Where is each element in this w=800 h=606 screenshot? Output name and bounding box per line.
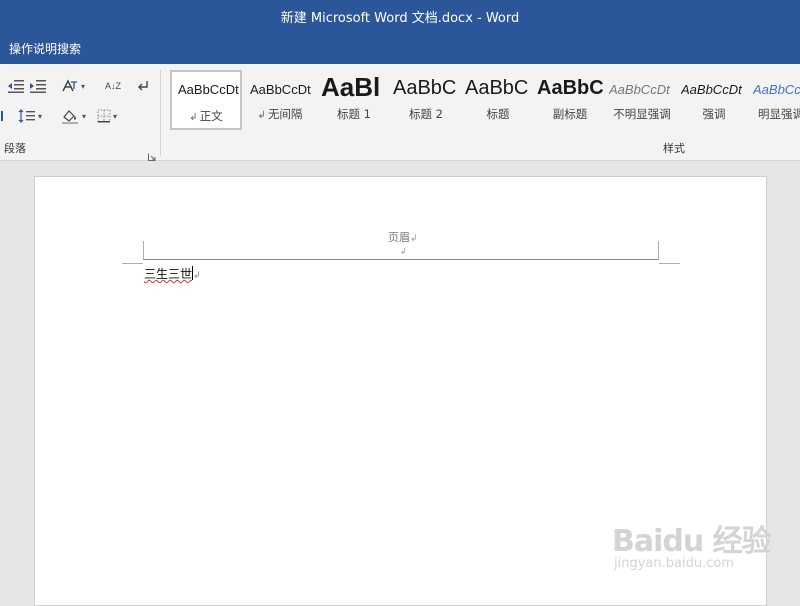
style-normal[interactable]: AaBbCcDt ↲ 正文 [170, 70, 242, 130]
style-sample: AaBl [321, 72, 381, 102]
header-area[interactable]: 页眉↲ [388, 229, 418, 245]
show-formatting-marks-icon[interactable] [134, 76, 152, 96]
style-sample: AaBbCcDt [609, 82, 670, 97]
line-spacing-icon[interactable]: ▾ [14, 106, 46, 126]
sort-icon[interactable]: A↓Z [102, 76, 124, 96]
style-name: 正文 [199, 109, 223, 123]
document-body-text[interactable]: 三生三世↲ [144, 265, 201, 282]
style-sample: AaBbCcDt [753, 82, 800, 97]
crop-mark [658, 241, 659, 260]
style-sample: AaBbC [465, 77, 529, 99]
paragraph-mark: ↲ [410, 234, 418, 244]
styles-group-label: 样式 [663, 142, 685, 155]
align-justify-partial-icon[interactable] [0, 106, 4, 126]
style-sample: AaBbC [393, 77, 457, 99]
style-subtle-emphasis[interactable]: AaBbCcDt 不明显强调 [606, 70, 678, 130]
body-text: 三生三世 [144, 267, 193, 281]
shading-icon[interactable]: ▾ [56, 106, 90, 126]
style-sample: AaBbC [537, 77, 604, 99]
header-label: 页眉 [388, 231, 410, 244]
asian-layout-dropdown-icon[interactable]: ▾ [81, 82, 85, 91]
style-name: 不明显强调 [613, 107, 671, 121]
style-heading-1[interactable]: AaBl 标题 1 [318, 70, 390, 130]
crop-mark [659, 263, 680, 264]
borders-icon[interactable]: ▾ [92, 106, 122, 126]
watermark-logo: Baidu 经验 [612, 524, 772, 559]
style-subtitle[interactable]: AaBbC 副标题 [534, 70, 606, 130]
style-sample: AaBbCcDt [681, 82, 742, 97]
style-name: 标题 1 [337, 107, 371, 121]
shading-dropdown-icon[interactable]: ▾ [82, 112, 86, 121]
style-emphasis[interactable]: AaBbCcDt 强调 [678, 70, 750, 130]
style-name: 标题 [486, 107, 510, 121]
style-name: 明显强调 [758, 107, 800, 121]
paragraph-mark: ↲ [257, 110, 266, 121]
style-name: 无间隔 [267, 107, 303, 121]
style-name: 强调 [702, 107, 726, 121]
sort-glyph: A↓Z [104, 80, 121, 91]
header-border-line [143, 259, 658, 260]
style-name: 副标题 [552, 107, 588, 121]
crop-mark [122, 263, 143, 264]
style-sample: AaBbCcDt [178, 82, 239, 97]
group-separator [160, 70, 161, 156]
title-bar: 新建 Microsoft Word 文档.docx - Word [0, 0, 800, 30]
style-heading-2[interactable]: AaBbC 标题 2 [390, 70, 462, 130]
asian-layout-icon[interactable]: ▾ [60, 76, 86, 96]
paragraph-mark: ↲ [193, 271, 201, 281]
increase-indent-icon[interactable] [28, 76, 48, 96]
style-no-spacing[interactable]: AaBbCcDt ↲ 无间隔 [244, 70, 316, 130]
ribbon-home: ▾ A↓Z ▾ ▾ ▾ 段落 AaBbCcDt ↲ 正文 AaBbCcDt ↲ 无间… [0, 64, 800, 161]
crop-mark [143, 241, 144, 260]
style-sample: AaBbCcDt [250, 82, 311, 97]
styles-gallery: AaBbCcDt ↲ 正文 AaBbCcDt ↲ 无间隔 AaBl 标题 1 AaB… [170, 70, 800, 132]
paragraph-dialog-launcher-icon[interactable] [148, 146, 156, 161]
borders-dropdown-icon[interactable]: ▾ [113, 112, 117, 121]
style-name: 标题 2 [409, 107, 443, 121]
style-title[interactable]: AaBbC 标题 [462, 70, 534, 130]
baidu-jingyan-watermark: Baidu 经验 jingyan.baidu.com [612, 516, 772, 571]
empty-header-paragraph-mark: ↲ [400, 247, 407, 256]
tell-me-search[interactable]: 操作说明搜索 [9, 40, 81, 57]
window-title: 新建 Microsoft Word 文档.docx - Word [280, 11, 520, 26]
decrease-indent-icon[interactable] [6, 76, 26, 96]
tell-me-bar: 操作说明搜索 [0, 30, 800, 64]
style-intense-emphasis[interactable]: AaBbCcDt 明显强调 [750, 70, 800, 130]
paragraph-group-label: 段落 [4, 142, 26, 155]
paragraph-mark: ↲ [189, 112, 198, 123]
line-spacing-dropdown-icon[interactable]: ▾ [38, 112, 42, 121]
